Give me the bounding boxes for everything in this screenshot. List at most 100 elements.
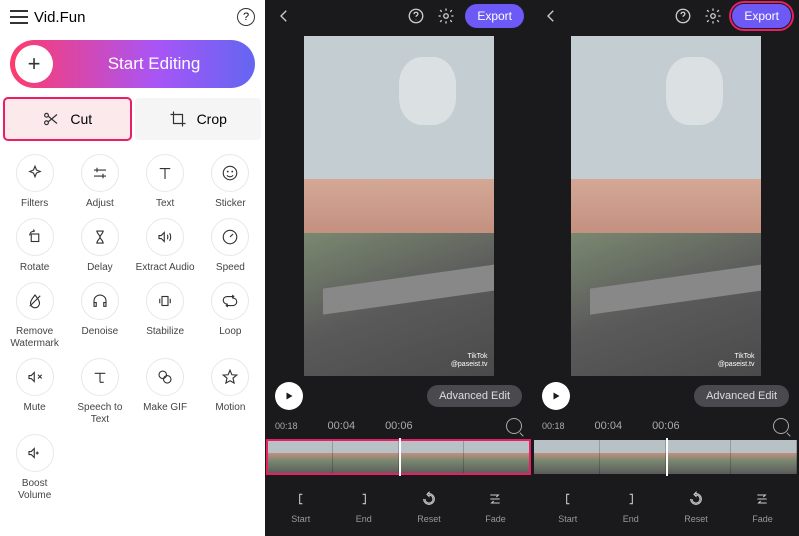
reset-icon — [687, 490, 705, 508]
tool-stabilize[interactable]: Stabilize — [133, 282, 198, 350]
editor-pane-1: Export TikTok@paseist.tv Advanced Edit 0… — [265, 0, 532, 536]
play-button[interactable] — [542, 382, 570, 410]
play-row: Advanced Edit — [532, 376, 799, 416]
tool-denoise[interactable]: Denoise — [67, 282, 132, 350]
action-fade[interactable]: Fade — [485, 490, 506, 524]
text-icon — [146, 154, 184, 192]
timeline-thumb — [600, 440, 666, 474]
segment-bar: Cut Crop — [4, 98, 261, 140]
editor-area: Export TikTok@paseist.tv Advanced Edit 0… — [265, 0, 799, 536]
tool-filters[interactable]: Filters — [2, 154, 67, 210]
back-button[interactable] — [540, 5, 562, 27]
playhead[interactable] — [399, 438, 401, 476]
timeline[interactable] — [534, 440, 797, 474]
segment-cut[interactable]: Cut — [4, 98, 131, 140]
start-editing-button[interactable]: + Start Editing — [10, 40, 255, 88]
tool-text[interactable]: Text — [133, 154, 198, 210]
hourglass-icon — [81, 218, 119, 256]
tool-sticker[interactable]: Sticker — [198, 154, 263, 210]
speech-text-icon — [81, 358, 119, 396]
smiley-icon — [211, 154, 249, 192]
action-fade[interactable]: Fade — [752, 490, 773, 524]
tool-make-gif[interactable]: Make GIF — [133, 358, 198, 426]
volume-up-icon — [16, 434, 54, 472]
tool-speed[interactable]: Speed — [198, 218, 263, 274]
total-time: 00:18 — [275, 421, 298, 431]
time-marker-b: 00:06 — [652, 420, 680, 432]
time-row: 00:18 00:04 00:06 — [265, 416, 532, 440]
video-frame: TikTok@paseist.tv — [571, 36, 761, 376]
droplet-icon — [16, 282, 54, 320]
editor-topbar: Export — [265, 0, 532, 32]
tool-delay[interactable]: Delay — [67, 218, 132, 274]
export-button[interactable]: Export — [732, 4, 791, 28]
loop-icon — [211, 282, 249, 320]
rotate-icon — [16, 218, 54, 256]
bracket-start-icon — [559, 490, 577, 508]
tool-motion[interactable]: Motion — [198, 358, 263, 426]
tool-loop[interactable]: Loop — [198, 282, 263, 350]
sidebar: Vid.Fun ? + Start Editing Cut Crop Filte… — [0, 0, 265, 536]
sparkle-icon — [16, 154, 54, 192]
tool-mute[interactable]: Mute — [2, 358, 67, 426]
stabilize-icon — [146, 282, 184, 320]
scissors-icon — [42, 110, 60, 128]
speedometer-icon — [211, 218, 249, 256]
timeline-thumb — [333, 440, 399, 474]
tool-extract-audio[interactable]: Extract Audio — [133, 218, 198, 274]
brand-name: Vid.Fun — [34, 9, 237, 26]
segment-crop[interactable]: Crop — [135, 98, 262, 140]
action-end[interactable]: End — [622, 490, 640, 524]
help-icon[interactable] — [672, 5, 694, 27]
play-button[interactable] — [275, 382, 303, 410]
tool-remove-watermark[interactable]: Remove Watermark — [2, 282, 67, 350]
bracket-start-icon — [292, 490, 310, 508]
advanced-edit-button[interactable]: Advanced Edit — [694, 385, 789, 407]
playhead[interactable] — [666, 438, 668, 476]
timeline-thumb — [534, 440, 600, 474]
headphones-icon — [81, 282, 119, 320]
timeline-thumb — [267, 440, 333, 474]
segment-cut-label: Cut — [70, 111, 92, 127]
export-button[interactable]: Export — [465, 4, 524, 28]
help-icon[interactable]: ? — [237, 8, 255, 26]
sidebar-header: Vid.Fun ? — [0, 0, 265, 34]
audio-icon — [146, 218, 184, 256]
timeline-thumb — [666, 440, 732, 474]
advanced-edit-button[interactable]: Advanced Edit — [427, 385, 522, 407]
tool-speech-to-text[interactable]: Speech to Text — [67, 358, 132, 426]
action-start[interactable]: Start — [558, 490, 577, 524]
mute-icon — [16, 358, 54, 396]
tool-boost-volume[interactable]: Boost Volume — [2, 434, 67, 502]
help-icon[interactable] — [405, 5, 427, 27]
hamburger-icon[interactable] — [10, 10, 28, 24]
timeline[interactable] — [267, 440, 530, 474]
action-row: Start End Reset Fade — [265, 482, 532, 536]
video-frame: TikTok@paseist.tv — [304, 36, 494, 376]
editor-pane-2: Export TikTok@paseist.tv Advanced Edit 0… — [532, 0, 799, 536]
total-time: 00:18 — [542, 421, 565, 431]
tool-rotate[interactable]: Rotate — [2, 218, 67, 274]
start-editing-label: Start Editing — [53, 54, 255, 74]
settings-icon[interactable] — [435, 5, 457, 27]
time-marker-a: 00:04 — [328, 420, 356, 432]
video-preview[interactable]: TikTok@paseist.tv — [265, 32, 532, 376]
play-row: Advanced Edit — [265, 376, 532, 416]
action-reset[interactable]: Reset — [684, 490, 708, 524]
action-row: Start End Reset Fade — [532, 482, 799, 536]
sliders-icon — [81, 154, 119, 192]
action-start[interactable]: Start — [291, 490, 310, 524]
zoom-icon[interactable] — [773, 418, 789, 434]
action-reset[interactable]: Reset — [417, 490, 441, 524]
zoom-icon[interactable] — [506, 418, 522, 434]
bracket-end-icon — [355, 490, 373, 508]
timeline-thumb — [464, 440, 530, 474]
back-button[interactable] — [273, 5, 295, 27]
bracket-end-icon — [622, 490, 640, 508]
fade-icon — [753, 490, 771, 508]
tool-adjust[interactable]: Adjust — [67, 154, 132, 210]
video-preview[interactable]: TikTok@paseist.tv — [532, 32, 799, 376]
action-end[interactable]: End — [355, 490, 373, 524]
plus-icon: + — [15, 45, 53, 83]
settings-icon[interactable] — [702, 5, 724, 27]
